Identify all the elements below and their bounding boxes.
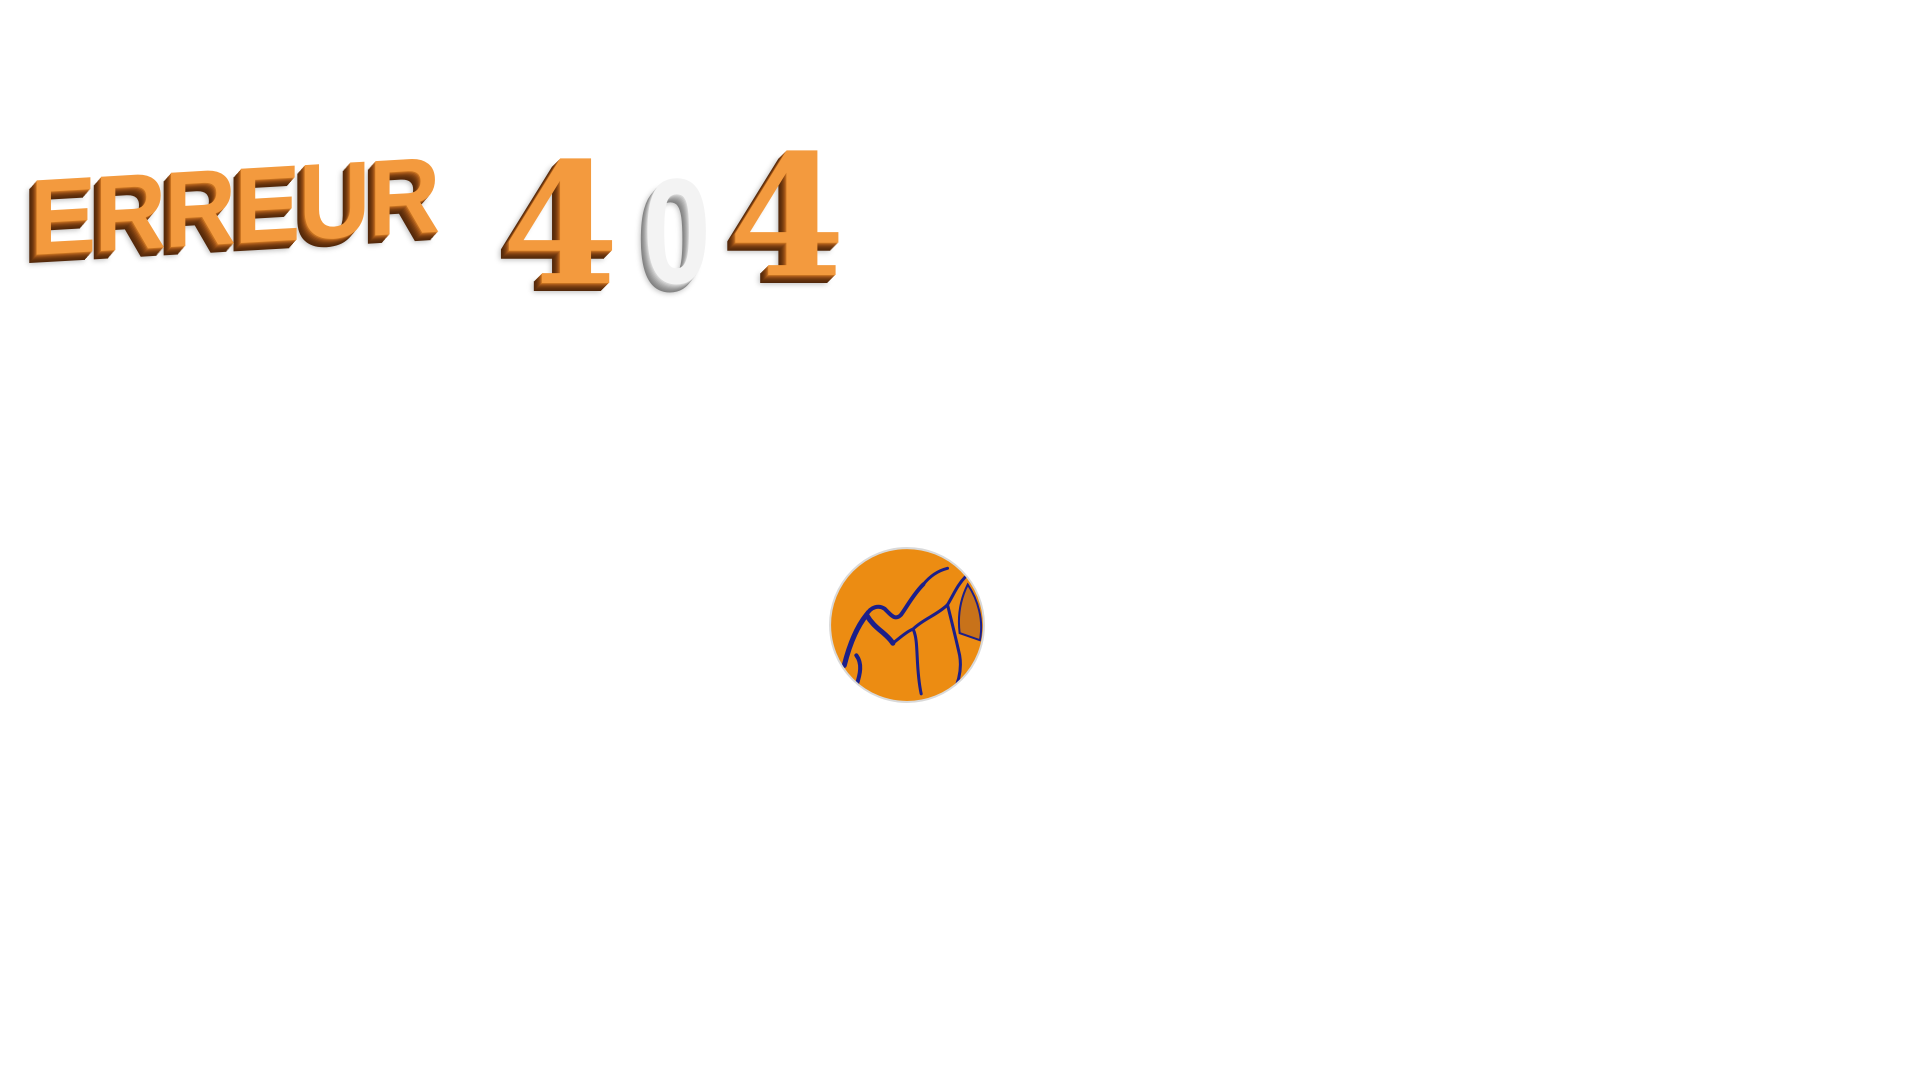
error-code: 4 0 4	[502, 117, 846, 315]
error-word: ERREUR	[30, 133, 439, 278]
globe-icon	[826, 544, 988, 706]
error-title: ERREUR 4 0 4	[30, 117, 846, 315]
error-code-digit-3: 4	[728, 117, 846, 315]
error-code-digit-2: 0	[642, 147, 711, 315]
error-code-digit-1: 4	[502, 125, 619, 323]
